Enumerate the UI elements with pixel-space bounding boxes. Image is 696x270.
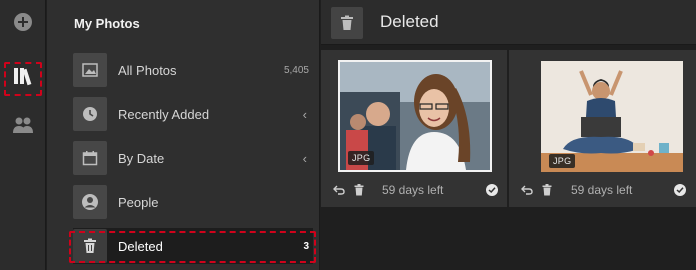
people-icon	[12, 116, 34, 139]
add-button[interactable]	[0, 10, 46, 38]
trash-icon	[331, 7, 363, 39]
nav-item-recently-added[interactable]: Recently Added ‹	[73, 96, 313, 132]
file-type-badge: JPG	[549, 154, 576, 168]
chevron-left-icon[interactable]: ‹	[303, 151, 307, 166]
restore-icon[interactable]	[331, 182, 347, 198]
person-icon	[73, 185, 107, 219]
page-title: Deleted	[380, 12, 439, 31]
photo-card[interactable]: JPG 59 days left	[321, 50, 507, 207]
photo-thumbnail[interactable]: JPG	[338, 60, 492, 172]
checkmark-icon[interactable]	[486, 184, 498, 196]
days-left-label: 59 days left	[571, 183, 633, 197]
nav-label: By Date	[118, 150, 165, 166]
trash-icon[interactable]	[539, 182, 555, 198]
plus-circle-icon	[13, 12, 33, 37]
card-footer: 59 days left	[321, 181, 507, 199]
restore-icon[interactable]	[519, 182, 535, 198]
photo-thumbnail[interactable]: JPG	[541, 61, 683, 172]
trash-icon[interactable]	[351, 182, 367, 198]
panel-title: My Photos	[74, 16, 140, 31]
nav-item-people[interactable]: People	[73, 184, 313, 220]
icon-rail	[0, 0, 46, 270]
main-header: Deleted	[321, 0, 696, 45]
card-footer: 59 days left	[509, 181, 696, 199]
calendar-icon	[73, 141, 107, 175]
library-highlight	[4, 62, 42, 96]
deleted-highlight	[69, 231, 316, 263]
nav-item-all-photos[interactable]: All Photos 5,405	[73, 52, 313, 88]
nav-label: All Photos	[118, 62, 177, 78]
people-button[interactable]	[0, 112, 46, 142]
photo-count: 5,405	[283, 64, 309, 76]
clock-icon	[73, 97, 107, 131]
file-type-badge: JPG	[348, 151, 375, 165]
days-left-label: 59 days left	[382, 183, 444, 197]
nav-label: Recently Added	[118, 106, 210, 122]
chevron-left-icon[interactable]: ‹	[303, 107, 307, 122]
nav-label: People	[118, 194, 159, 210]
image-icon	[73, 53, 107, 87]
main-content: Deleted JPG 59 days left JPG 59 days lef…	[321, 0, 696, 270]
photo-card[interactable]: JPG 59 days left	[509, 50, 696, 207]
checkmark-icon[interactable]	[674, 184, 686, 196]
photos-panel: My Photos All Photos 5,405 Recently Adde…	[47, 0, 320, 270]
nav-item-by-date[interactable]: By Date ‹	[73, 140, 313, 176]
